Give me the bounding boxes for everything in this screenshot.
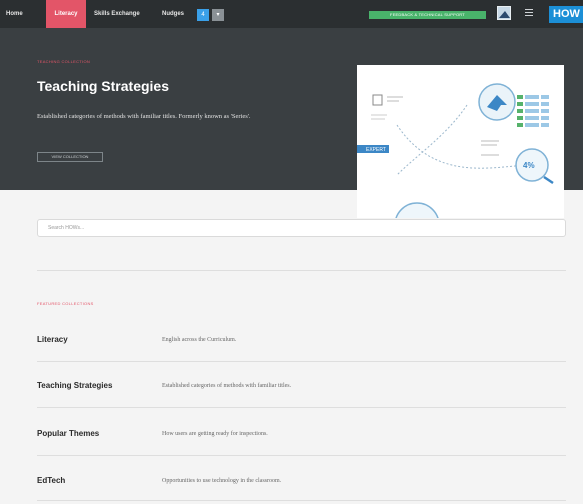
collection-name-literacy[interactable]: Literacy (37, 335, 68, 344)
search-input[interactable]: Search HOWs... (37, 219, 566, 237)
dropdown-chevron-icon[interactable]: ▾ (212, 9, 224, 21)
divider (37, 407, 566, 408)
collection-desc-teaching-strategies: Established categories of methods with f… (162, 383, 292, 389)
nav-nudges[interactable]: Nudges (162, 0, 184, 28)
collection-desc-literacy: English across the Curriculum. (162, 337, 237, 343)
divider (37, 455, 566, 456)
page-title: Teaching Strategies (37, 78, 170, 94)
nav-home[interactable]: Home (6, 0, 23, 28)
figure-percent-label: 4% (523, 161, 535, 170)
section-label: FEATURED COLLECTIONS (37, 301, 94, 306)
notification-count[interactable]: 4 (197, 9, 209, 21)
divider (37, 500, 566, 501)
collection-desc-popular-themes: How users are getting ready for inspecti… (162, 431, 268, 437)
nav-skills-exchange[interactable]: Skills Exchange (94, 0, 140, 28)
hero-eyebrow: TEACHING COLLECTION (37, 59, 91, 64)
user-avatar-icon[interactable] (497, 6, 511, 20)
menu-icon[interactable] (525, 9, 533, 17)
nav-literacy[interactable]: Literacy (46, 0, 86, 28)
collection-name-edtech[interactable]: EdTech (37, 476, 65, 485)
divider (37, 270, 566, 271)
figure-tag-label: EXPERT (366, 147, 386, 153)
collection-name-popular-themes[interactable]: Popular Themes (37, 429, 99, 438)
collection-name-teaching-strategies[interactable]: Teaching Strategies (37, 381, 112, 390)
infographic-illustration: EXPERT 4% (357, 83, 554, 248)
hero-description: Established categories of methods with f… (37, 113, 251, 120)
hero-banner: TEACHING COLLECTION Teaching Strategies … (0, 28, 583, 248)
top-nav: Home Literacy Skills Exchange Nudges 4 ▾… (0, 0, 583, 28)
collection-desc-edtech: Opportunities to use technology in the c… (162, 478, 282, 484)
view-collection-button[interactable]: VIEW COLLECTION (37, 152, 103, 162)
feedback-button[interactable]: FEEDBACK & TECHNICAL SUPPORT (369, 11, 486, 19)
logo[interactable]: HOW (549, 6, 583, 23)
hero-illustration: EXPERT 4% (357, 65, 564, 248)
divider (37, 361, 566, 362)
